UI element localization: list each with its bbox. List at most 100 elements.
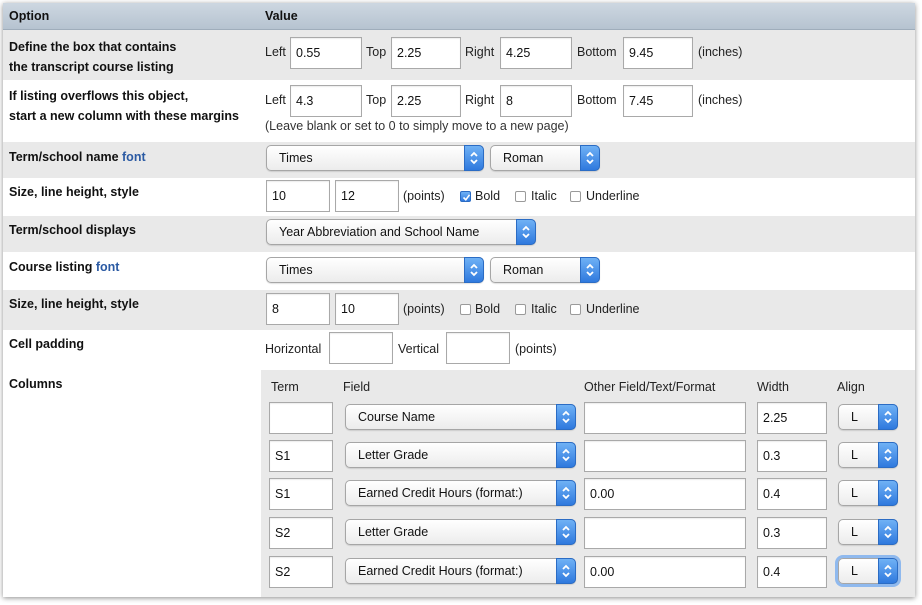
course-italic-label: Italic bbox=[531, 302, 557, 316]
box-top-input[interactable] bbox=[391, 37, 461, 69]
course-font-style-select[interactable]: Roman bbox=[490, 257, 600, 283]
column-field-select[interactable]: Course Name bbox=[345, 404, 576, 430]
column-width-input[interactable] bbox=[757, 556, 827, 588]
term-size-input[interactable] bbox=[266, 180, 330, 212]
column-width-input[interactable] bbox=[757, 402, 827, 434]
chevron-updown-icon bbox=[556, 442, 576, 468]
chevron-updown-icon bbox=[464, 257, 484, 283]
course-underline-checkbox[interactable] bbox=[570, 304, 581, 315]
course-font-family-select[interactable]: Times bbox=[266, 257, 484, 283]
box-right-input[interactable] bbox=[500, 37, 572, 69]
chevron-updown-icon bbox=[580, 145, 600, 171]
term-line-height-input[interactable] bbox=[335, 180, 399, 212]
table-header: Option Value bbox=[3, 3, 915, 30]
overflow-note: (Leave blank or set to 0 to simply move … bbox=[265, 119, 569, 133]
column-field-select[interactable]: Earned Credit Hours (format:) bbox=[345, 480, 576, 506]
term-size-row: Size, line height, style bbox=[3, 178, 915, 216]
box-top-label: Top bbox=[366, 45, 387, 59]
padding-vertical-label: Vertical bbox=[398, 342, 439, 356]
column-other-input[interactable] bbox=[584, 478, 746, 510]
box-label: Define the box that contains the transcri… bbox=[9, 40, 177, 74]
overflow-unit: (inches) bbox=[698, 93, 743, 107]
term-font-family-select[interactable]: Times bbox=[266, 145, 484, 171]
columns-term-header: Term bbox=[271, 380, 299, 394]
column-align-select[interactable]: L bbox=[838, 442, 898, 468]
box-bottom-label: Bottom bbox=[577, 45, 617, 59]
course-bold-label: Bold bbox=[475, 302, 501, 316]
overflow-bottom-input[interactable] bbox=[623, 85, 693, 117]
course-font-link[interactable]: font bbox=[96, 260, 120, 274]
column-width-input[interactable] bbox=[757, 440, 827, 472]
padding-vertical-input[interactable] bbox=[446, 332, 510, 364]
column-field-select[interactable]: Letter Grade bbox=[345, 442, 576, 468]
term-bold-checkbox[interactable] bbox=[460, 191, 471, 202]
column-term-input[interactable] bbox=[269, 402, 333, 434]
term-font-link[interactable]: font bbox=[122, 150, 146, 164]
chevron-updown-icon bbox=[878, 442, 898, 468]
transcript-settings-panel: Option Value Define the box that contain… bbox=[3, 3, 915, 597]
overflow-right-label: Right bbox=[465, 93, 495, 107]
box-unit: (inches) bbox=[698, 45, 743, 59]
column-align-select[interactable]: L bbox=[838, 480, 898, 506]
chevron-updown-icon bbox=[556, 558, 576, 584]
term-font-style-select[interactable]: Roman bbox=[490, 145, 600, 171]
option-column-header: Option bbox=[9, 9, 50, 23]
columns-field-header: Field bbox=[343, 380, 371, 394]
box-bottom-input[interactable] bbox=[623, 37, 693, 69]
column-term-input[interactable] bbox=[269, 440, 333, 472]
overflow-top-label: Top bbox=[366, 93, 387, 107]
term-italic-checkbox[interactable] bbox=[515, 191, 526, 202]
overflow-right-input[interactable] bbox=[500, 85, 572, 117]
overflow-bottom-label: Bottom bbox=[577, 93, 617, 107]
columns-other-header: Other Field/Text/Format bbox=[584, 380, 716, 394]
course-size-row: Size, line height, style bbox=[3, 290, 915, 330]
chevron-updown-icon bbox=[556, 404, 576, 430]
padding-horizontal-input[interactable] bbox=[329, 332, 393, 364]
term-underline-checkbox[interactable] bbox=[570, 191, 581, 202]
column-term-input[interactable] bbox=[269, 556, 333, 588]
value-column-header: Value bbox=[265, 9, 298, 23]
overflow-left-input[interactable] bbox=[290, 85, 362, 117]
term-displays-select[interactable]: Year Abbreviation and School Name bbox=[266, 219, 536, 245]
term-size-label: Size, line height, style bbox=[9, 185, 139, 199]
padding-horizontal-label: Horizontal bbox=[265, 342, 322, 356]
columns-label: Columns bbox=[9, 377, 63, 391]
course-line-height-input[interactable] bbox=[335, 293, 399, 325]
column-align-select[interactable]: L bbox=[838, 519, 898, 545]
box-right-label: Right bbox=[465, 45, 495, 59]
column-term-input[interactable] bbox=[269, 517, 333, 549]
column-field-select[interactable]: Letter Grade bbox=[345, 519, 576, 545]
course-size-input[interactable] bbox=[266, 293, 330, 325]
chevron-updown-icon bbox=[556, 519, 576, 545]
column-term-input[interactable] bbox=[269, 478, 333, 510]
course-bold-checkbox[interactable] bbox=[460, 304, 471, 315]
term-underline-label: Underline bbox=[586, 189, 640, 203]
column-width-input[interactable] bbox=[757, 517, 827, 549]
term-bold-label: Bold bbox=[475, 189, 501, 203]
course-size-unit: (points) bbox=[403, 302, 445, 316]
term-font-label: Term/school name font bbox=[9, 150, 146, 164]
cell-padding-label: Cell padding bbox=[9, 337, 84, 351]
box-left-label: Left bbox=[265, 45, 286, 59]
column-other-input[interactable] bbox=[584, 556, 746, 588]
chevron-updown-icon bbox=[556, 480, 576, 506]
chevron-updown-icon bbox=[464, 145, 484, 171]
column-field-select[interactable]: Earned Credit Hours (format:) bbox=[345, 558, 576, 584]
course-italic-checkbox[interactable] bbox=[515, 304, 526, 315]
box-left-input[interactable] bbox=[290, 37, 362, 69]
column-align-select[interactable]: L bbox=[838, 404, 898, 430]
column-other-input[interactable] bbox=[584, 517, 746, 549]
column-width-input[interactable] bbox=[757, 478, 827, 510]
term-italic-label: Italic bbox=[531, 189, 557, 203]
course-underline-label: Underline bbox=[586, 302, 640, 316]
chevron-updown-icon bbox=[878, 558, 898, 584]
columns-width-header: Width bbox=[757, 380, 789, 394]
column-align-select[interactable]: L bbox=[838, 558, 898, 584]
course-size-label: Size, line height, style bbox=[9, 297, 139, 311]
column-other-input[interactable] bbox=[584, 402, 746, 434]
column-other-input[interactable] bbox=[584, 440, 746, 472]
chevron-updown-icon bbox=[878, 480, 898, 506]
overflow-top-input[interactable] bbox=[391, 85, 461, 117]
chevron-updown-icon bbox=[516, 219, 536, 245]
course-font-label: Course listing font bbox=[9, 260, 120, 274]
